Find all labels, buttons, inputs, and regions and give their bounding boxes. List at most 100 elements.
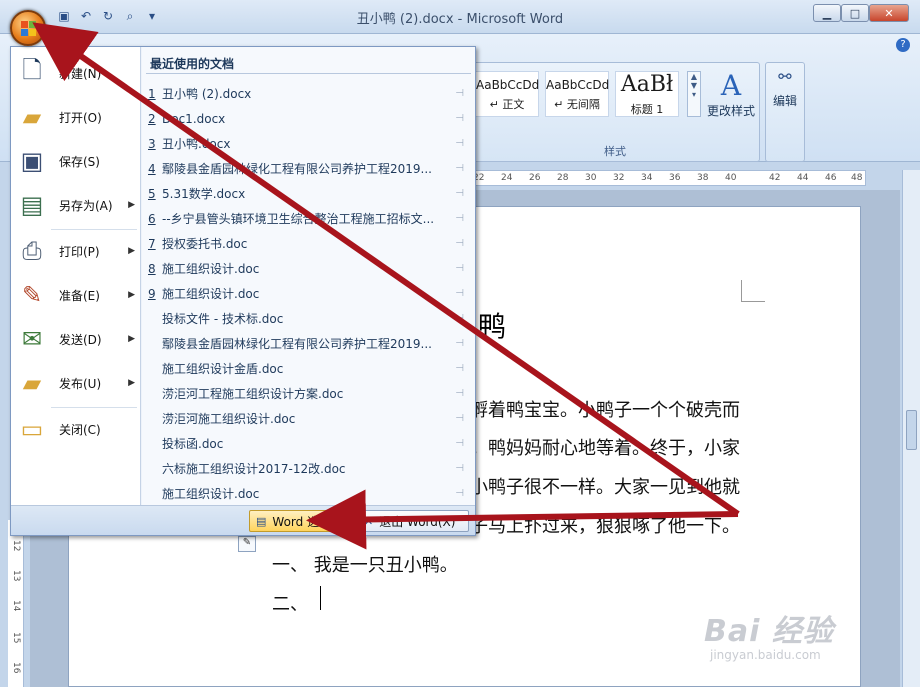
prepare-icon: ✎ bbox=[21, 281, 43, 309]
style-normal[interactable]: AaBbCcDd ↵ 正文 bbox=[475, 71, 539, 117]
pin-icon[interactable]: ⊣ bbox=[455, 213, 464, 224]
recent-document-name: 授权委托书.doc bbox=[162, 237, 248, 251]
horizontal-ruler[interactable]: 22 24 26 28 30 32 34 36 38 40 42 44 46 4… bbox=[470, 170, 866, 186]
menu-item-print[interactable]: ⎙ 打印(P) ▶ bbox=[15, 231, 139, 271]
styles-group-label: 样式 bbox=[604, 145, 626, 158]
styles-gallery-scroll[interactable]: ▲ ▼ ▾ bbox=[687, 71, 701, 117]
recent-document-item[interactable]: 9 施工组织设计.doc ⊣ bbox=[148, 281, 470, 306]
exit-word-button[interactable]: ✕ 退出 Word(X) bbox=[357, 510, 469, 532]
recent-document-number: 4 bbox=[148, 161, 156, 176]
submenu-arrow-icon: ▶ bbox=[128, 378, 135, 388]
menu-item-new[interactable]: 🗋 新建(N) bbox=[15, 53, 139, 93]
recent-document-number: 5 bbox=[148, 186, 156, 201]
office-button[interactable] bbox=[10, 10, 46, 46]
vertical-scrollbar[interactable] bbox=[902, 170, 920, 687]
submenu-arrow-icon: ▶ bbox=[128, 290, 135, 300]
recent-document-item[interactable]: 6 --乡宁县管头镇环境卫生综合整治工程施工招标文... ⊣ bbox=[148, 206, 470, 231]
pin-icon[interactable]: ⊣ bbox=[455, 438, 464, 449]
style-no-spacing[interactable]: AaBbCcDd ↵ 无间隔 bbox=[545, 71, 609, 117]
recent-document-item[interactable]: 六标施工组织设计2017-12改.doc ⊣ bbox=[148, 456, 470, 481]
pin-icon[interactable]: ⊣ bbox=[455, 188, 464, 199]
word-options-button[interactable]: ▤ Word 选项(I) bbox=[249, 510, 347, 532]
change-styles-button[interactable]: A 更改样式 bbox=[703, 69, 759, 119]
pin-icon[interactable]: ⊣ bbox=[455, 263, 464, 274]
menu-item-publish[interactable]: ▰ 发布(U) ▶ bbox=[15, 363, 139, 403]
document-line: 孵着鸭宝宝。小鸭子一个个破壳而 bbox=[470, 400, 740, 421]
pin-icon[interactable]: ⊣ bbox=[455, 363, 464, 374]
menu-item-save[interactable]: ▣ 保存(S) bbox=[15, 141, 139, 181]
baidu-watermark: Bai 经验 jingyan.baidu.com bbox=[704, 606, 834, 662]
save-icon[interactable]: ▣ bbox=[56, 8, 72, 24]
recent-document-item[interactable]: 4 鄢陵县金盾园林绿化工程有限公司养护工程2019... ⊣ bbox=[148, 156, 470, 181]
recent-document-name: 投标函.doc bbox=[162, 437, 224, 451]
recent-document-item[interactable]: 2 Doc1.docx ⊣ bbox=[148, 106, 470, 131]
pin-icon[interactable]: ⊣ bbox=[455, 413, 464, 424]
submenu-arrow-icon: ▶ bbox=[128, 200, 135, 210]
recent-document-item[interactable]: 鄢陵县金盾园林绿化工程有限公司养护工程2019... ⊣ bbox=[148, 331, 470, 356]
recent-document-item[interactable]: 施工组织设计.doc ⊣ bbox=[148, 481, 470, 506]
menu-item-close[interactable]: ▭ 关闭(C) bbox=[15, 409, 139, 449]
recent-document-item[interactable]: 涝洰河施工组织设计.doc ⊣ bbox=[148, 406, 470, 431]
recent-document-name: 鄢陵县金盾园林绿化工程有限公司养护工程2019... bbox=[162, 162, 432, 176]
pin-icon[interactable]: ⊣ bbox=[455, 113, 464, 124]
close-button[interactable]: ✕ bbox=[869, 4, 909, 22]
recent-document-item[interactable]: 7 授权委托书.doc ⊣ bbox=[148, 231, 470, 256]
recent-document-name: 投标文件 - 技术标.doc bbox=[162, 312, 284, 326]
recent-document-item[interactable]: 8 施工组织设计.doc ⊣ bbox=[148, 256, 470, 281]
recent-document-name: 施工组织设计金盾.doc bbox=[162, 362, 284, 376]
pin-icon[interactable]: ⊣ bbox=[455, 488, 464, 499]
recent-document-item[interactable]: 投标文件 - 技术标.doc ⊣ bbox=[148, 306, 470, 331]
recent-divider bbox=[146, 73, 471, 74]
recent-document-item[interactable]: 5 5.31数学.docx ⊣ bbox=[148, 181, 470, 206]
submenu-arrow-icon: ▶ bbox=[128, 334, 135, 344]
recent-document-item[interactable]: 3 丑小鸭.docx ⊣ bbox=[148, 131, 470, 156]
customize-icon[interactable]: ▾ bbox=[144, 8, 160, 24]
recent-document-name: 丑小鸭 (2).docx bbox=[162, 87, 252, 101]
recent-document-number: 7 bbox=[148, 236, 156, 251]
maximize-button[interactable]: □ bbox=[841, 4, 869, 22]
open-folder-icon: ▰ bbox=[22, 103, 42, 131]
document-title: 鸭 bbox=[478, 310, 507, 343]
minimize-button[interactable]: ▁ bbox=[813, 4, 841, 22]
redo-icon[interactable]: ↻ bbox=[100, 8, 116, 24]
save-as-icon: ▤ bbox=[20, 191, 44, 219]
menu-item-save-as[interactable]: ▤ 另存为(A) ▶ bbox=[15, 185, 139, 225]
autocorrect-options-icon[interactable]: ✎ bbox=[238, 536, 256, 552]
style-heading-1[interactable]: AaBł 标题 1 bbox=[615, 71, 679, 117]
pin-icon[interactable]: ⊣ bbox=[455, 338, 464, 349]
recent-document-item[interactable]: 1 丑小鸭 (2).docx ⊣ bbox=[148, 81, 470, 106]
margin-corner-mark bbox=[741, 280, 765, 302]
scrollbar-thumb[interactable] bbox=[906, 410, 917, 450]
editing-button[interactable]: ⚯ 编辑 bbox=[765, 62, 805, 162]
recent-document-name: Doc1.docx bbox=[162, 111, 226, 126]
recent-document-item[interactable]: 施工组织设计金盾.doc ⊣ bbox=[148, 356, 470, 381]
menu-item-prepare[interactable]: ✎ 准备(E) ▶ bbox=[15, 275, 139, 315]
recent-document-number: 6 bbox=[148, 211, 156, 226]
close-folder-icon: ▭ bbox=[20, 415, 44, 443]
recent-document-item[interactable]: 涝洰河工程施工组织设计方案.doc ⊣ bbox=[148, 381, 470, 406]
change-styles-icon: A bbox=[720, 69, 742, 102]
document-line: 。鸭妈妈耐心地等着。终于，小家 bbox=[470, 438, 740, 459]
recent-document-name: 涝洰河工程施工组织设计方案.doc bbox=[162, 387, 344, 401]
vertical-ruler[interactable]: 12 13 14 15 16 bbox=[8, 520, 24, 687]
binoculars-icon: ⚯ bbox=[778, 67, 792, 86]
pin-icon[interactable]: ⊣ bbox=[455, 238, 464, 249]
undo-icon[interactable]: ↶ bbox=[78, 8, 94, 24]
recent-document-name: 鄢陵县金盾园林绿化工程有限公司养护工程2019... bbox=[162, 337, 432, 351]
pin-icon[interactable]: ⊣ bbox=[455, 388, 464, 399]
print-preview-icon[interactable]: ⌕ bbox=[122, 8, 138, 24]
menu-item-send[interactable]: ✉ 发送(D) ▶ bbox=[15, 319, 139, 359]
office-menu-footer: ▤ Word 选项(I) ✕ 退出 Word(X) bbox=[11, 505, 475, 535]
pin-icon[interactable]: ⊣ bbox=[455, 288, 464, 299]
pin-icon[interactable]: ⊣ bbox=[455, 88, 464, 99]
recent-document-number: 8 bbox=[148, 261, 156, 276]
recent-document-item[interactable]: 投标函.doc ⊣ bbox=[148, 431, 470, 456]
pin-icon[interactable]: ⊣ bbox=[455, 313, 464, 324]
document-line: 一、 我是一只丑小鸭。 bbox=[272, 555, 458, 576]
menu-item-open[interactable]: ▰ 打开(O) bbox=[15, 97, 139, 137]
pin-icon[interactable]: ⊣ bbox=[455, 138, 464, 149]
help-icon[interactable]: ? bbox=[896, 38, 910, 52]
pin-icon[interactable]: ⊣ bbox=[455, 463, 464, 474]
exit-icon: ✕ bbox=[364, 514, 374, 528]
pin-icon[interactable]: ⊣ bbox=[455, 163, 464, 174]
